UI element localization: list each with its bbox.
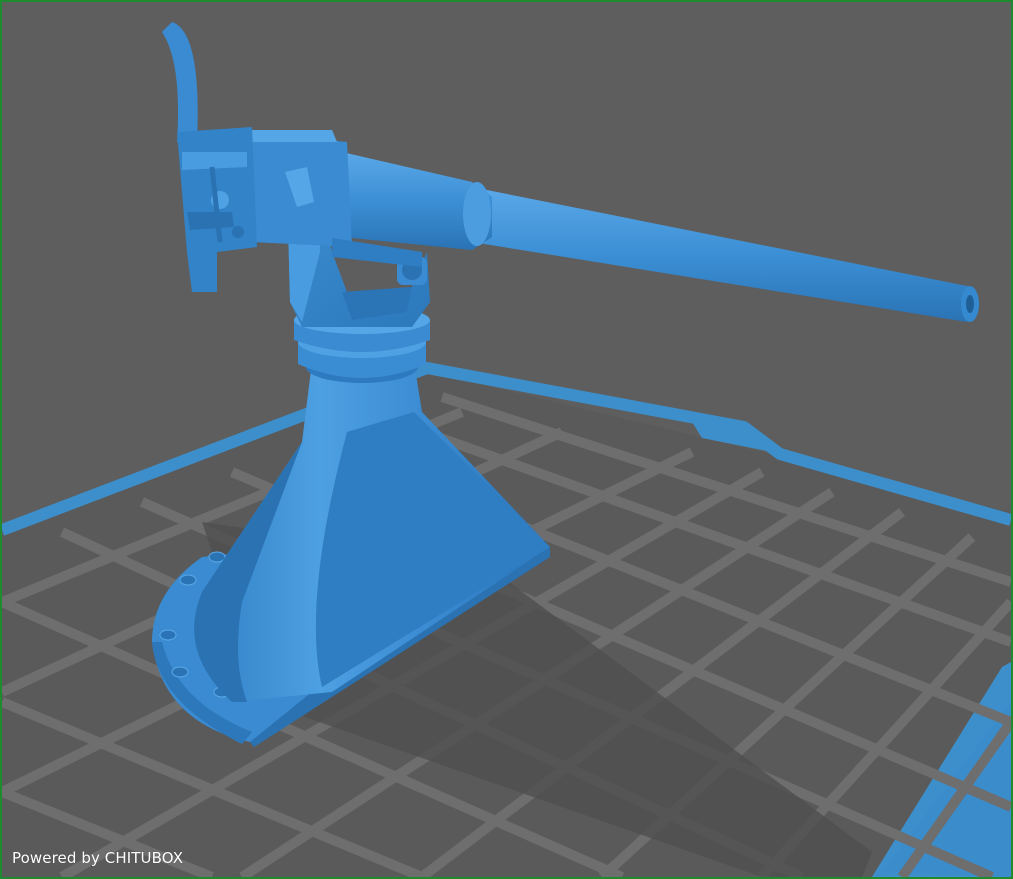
build-plate (2, 362, 1011, 877)
scene-canvas[interactable] (2, 2, 1011, 877)
3d-viewport[interactable]: Powered by CHITUBOX (0, 0, 1013, 879)
chitubox-watermark: Powered by CHITUBOX (12, 849, 184, 867)
